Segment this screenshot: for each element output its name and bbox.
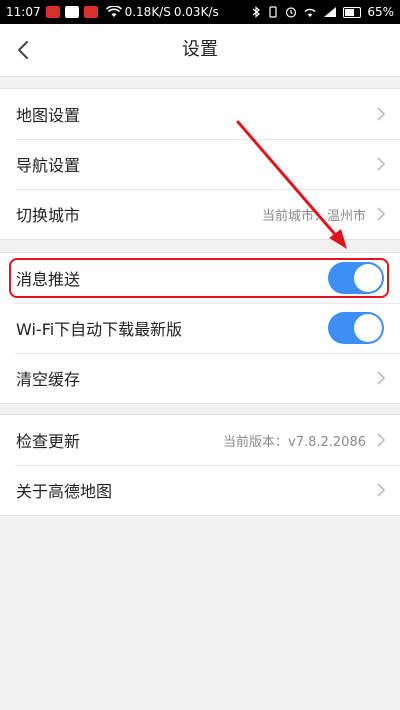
cell-signal-icon	[324, 7, 337, 17]
settings-item-label: 关于高德地图	[16, 482, 113, 501]
settings-item-wifi-download: Wi-Fi下自动下载最新版	[0, 303, 400, 353]
chevron-right-icon	[377, 433, 386, 447]
app-notification-icon	[64, 6, 79, 18]
current-version-value: 当前版本：v7.8.2.2086	[223, 434, 366, 450]
chevron-right-icon	[377, 483, 386, 497]
settings-item-about[interactable]: 关于高德地图	[0, 465, 400, 515]
net-speed-download: 0.18K/S	[124, 5, 171, 19]
app-notification-icon	[45, 6, 60, 18]
settings-item-switch-city[interactable]: 切换城市 当前城市：温州市	[0, 189, 400, 239]
settings-item-clear-cache[interactable]: 清空缓存	[0, 353, 400, 403]
settings-group-map: 地图设置 导航设置 切换城市 当前城市：温州市	[0, 88, 400, 240]
status-bar: 11:07 0.18K/S 0.03K/s 65%	[0, 0, 400, 24]
settings-item-label: Wi-Fi下自动下载最新版	[16, 320, 183, 339]
push-notification-toggle[interactable]	[328, 262, 384, 294]
settings-group-general: 消息推送 Wi-Fi下自动下载最新版 清空缓存	[0, 252, 400, 404]
settings-item-label: 清空缓存	[16, 370, 81, 389]
settings-item-label: 导航设置	[16, 156, 81, 175]
settings-item-label: 消息推送	[16, 270, 81, 289]
status-time: 11:07	[6, 5, 41, 19]
chevron-right-icon	[377, 371, 386, 385]
toggle-knob	[354, 314, 382, 342]
net-speed-upload: 0.03K/s	[173, 5, 219, 19]
chevron-right-icon	[377, 157, 386, 171]
header: 设置	[0, 24, 400, 77]
wifi-icon	[105, 6, 122, 17]
toggle-knob	[354, 264, 382, 292]
bluetooth-icon	[252, 6, 261, 18]
page-title: 设置	[182, 39, 218, 60]
chevron-right-icon	[377, 107, 386, 121]
settings-item-label: 切换城市	[16, 206, 81, 225]
wifi-signal-icon	[304, 8, 316, 17]
settings-item-navigation[interactable]: 导航设置	[0, 139, 400, 189]
wifi-auto-download-toggle[interactable]	[328, 312, 384, 344]
battery-icon	[343, 6, 362, 18]
settings-item-push: 消息推送	[0, 253, 400, 303]
settings-group-about: 检查更新 当前版本：v7.8.2.2086 关于高德地图	[0, 414, 400, 516]
settings-item-label: 检查更新	[16, 432, 81, 451]
chevron-right-icon	[377, 207, 386, 221]
vibrate-icon	[269, 6, 277, 18]
settings-item-map[interactable]: 地图设置	[0, 89, 400, 139]
current-city-value: 当前城市：温州市	[261, 208, 366, 224]
settings-item-label: 地图设置	[16, 106, 81, 125]
alarm-icon	[286, 7, 297, 18]
settings-item-check-update[interactable]: 检查更新 当前版本：v7.8.2.2086	[0, 415, 400, 465]
app-notification-icon	[83, 6, 98, 18]
battery-level: 65%	[367, 5, 394, 19]
